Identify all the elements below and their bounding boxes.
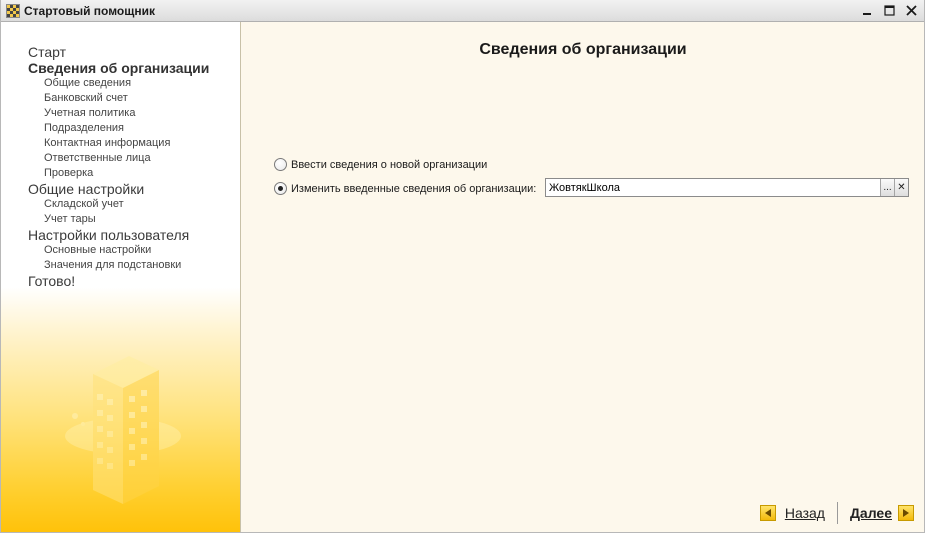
sidebar-subitem[interactable]: Основные настройки [28,243,209,258]
close-icon[interactable] [902,2,920,19]
window-title: Стартовый помощник [24,3,155,18]
window-controls [858,2,920,19]
sidebar-subitem[interactable]: Складской учет [28,197,209,212]
minimize-icon[interactable] [858,2,876,19]
sidebar-subitem[interactable]: Подразделения [28,121,209,136]
option-new-label: Ввести сведения о новой организации [291,158,488,171]
organization-input[interactable] [546,179,880,196]
app-icon [6,3,20,18]
radio-new[interactable] [274,158,287,171]
title-bar[interactable]: Стартовый помощник [1,0,924,22]
arrow-right-icon [898,505,914,521]
next-label: Далее [849,505,892,521]
sidebar-subitem[interactable]: Общие сведения [28,76,209,91]
sidebar-subitem[interactable]: Контактная информация [28,136,209,151]
sidebar-subitem[interactable]: Банковский счет [28,91,209,106]
building-illustration [65,356,181,504]
sidebar-subitem[interactable]: Учет тары [28,212,209,227]
back-button[interactable]: Назад [759,505,825,521]
select-button[interactable]: ... [880,179,894,196]
organization-field: ... ✕ [545,178,909,197]
back-label: Назад [784,505,825,521]
sidebar-section[interactable]: Старт [28,44,209,60]
sidebar-section[interactable]: Готово! [28,273,209,289]
page-title: Сведения об организации [479,41,687,58]
next-button[interactable]: Далее [850,505,914,521]
radio-edit[interactable] [274,182,287,195]
sidebar-section[interactable]: Настройки пользователя [28,227,209,243]
nav-separator [836,502,838,524]
main-panel: Сведения об организации Ввести сведения … [242,22,924,532]
arrow-left-icon [759,505,776,521]
sidebar-subitem[interactable]: Ответственные лица [28,151,209,166]
option-new-organization[interactable]: Ввести сведения о новой организации [274,158,487,171]
sidebar-section[interactable]: Сведения об организации [28,60,209,76]
sidebar: Старт Сведения об организации Общие сведен… [1,22,241,532]
sidebar-subitem[interactable]: Проверка [28,166,209,181]
option-edit-organization[interactable]: Изменить введенные сведения об организац… [274,182,536,195]
window: Стартовый помощник Старт Сведения об орга… [0,0,925,533]
clear-button[interactable]: ✕ [894,179,908,196]
sidebar-section[interactable]: Общие настройки [28,181,209,197]
wizard-navigation: Назад Далее [759,502,914,524]
option-edit-label: Изменить введенные сведения об организац… [291,182,537,195]
sidebar-subitem[interactable]: Учетная политика [28,106,209,121]
sidebar-subitem[interactable]: Значения для подстановки [28,258,209,273]
sidebar-nav: Старт Сведения об организации Общие сведен… [28,44,209,289]
maximize-icon[interactable] [880,2,898,19]
